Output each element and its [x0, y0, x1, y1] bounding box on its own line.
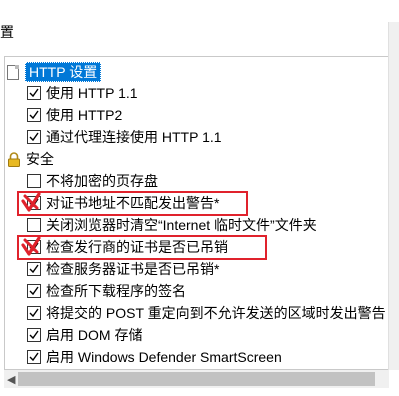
option-label: 启用 DOM 存储: [46, 327, 143, 343]
option-row-post-redirect[interactable]: 将提交的 POST 重定向到不允许发送的区域时发出警告: [27, 302, 386, 324]
option-label: 通过代理连接使用 HTTP 1.1: [46, 129, 222, 145]
highlight-box-publisher-revoke: [17, 235, 267, 260]
checkbox-download-signature[interactable]: [27, 284, 41, 298]
tree-section-label: HTTP 设置: [25, 62, 102, 82]
option-label: 启用 Windows Defender SmartScreen: [46, 349, 282, 365]
checkbox-proxy-http11[interactable]: [27, 130, 41, 144]
option-row-proxy-http11[interactable]: 通过代理连接使用 HTTP 1.1: [27, 126, 222, 148]
highlight-box-cert-mismatch: [17, 191, 248, 216]
option-label: 检查所下载程序的签名: [46, 283, 186, 299]
checkbox-post-redirect[interactable]: [27, 306, 41, 320]
checkmark-icon: [29, 308, 39, 318]
option-row-http2[interactable]: 使用 HTTP2: [27, 104, 122, 126]
option-row-dom-storage[interactable]: 启用 DOM 存储: [27, 324, 142, 346]
dialog-title-fragment: 置: [0, 24, 14, 40]
checkbox-clear-temp[interactable]: [27, 218, 41, 232]
option-label: 将提交的 POST 重定向到不允许发送的区域时发出警告: [46, 305, 386, 321]
option-label: 检查服务器证书是否已吊销*: [46, 261, 220, 277]
checkmark-icon: [29, 286, 39, 296]
checkmark-icon: [29, 330, 39, 340]
vertical-scrollbar[interactable]: [388, 22, 399, 370]
checkmark-icon: [29, 352, 39, 362]
tree-section-http[interactable]: HTTP 设置: [7, 61, 102, 83]
option-row-download-signature[interactable]: 检查所下载程序的签名: [27, 280, 186, 302]
option-label: 关闭浏览器时清空“Internet 临时文件”文件夹: [46, 217, 317, 233]
checkbox-no-save-encrypted[interactable]: [27, 174, 41, 188]
page-icon: [7, 64, 19, 80]
checkbox-server-revoke[interactable]: [27, 262, 41, 276]
option-row-no-save-encrypted[interactable]: 不将加密的页存盘: [27, 170, 158, 192]
checkmark-icon: [29, 110, 39, 120]
checkbox-dom-storage[interactable]: [27, 328, 41, 342]
option-row-clear-temp[interactable]: 关闭浏览器时清空“Internet 临时文件”文件夹: [27, 214, 317, 236]
horizontal-scrollbar[interactable]: ◀: [4, 370, 389, 388]
checkmark-icon: [29, 264, 39, 274]
checkmark-icon: [29, 88, 39, 98]
option-label: 使用 HTTP2: [46, 107, 123, 123]
option-label: 不将加密的页存盘: [46, 173, 158, 189]
lock-icon: [8, 151, 20, 167]
scroll-thumb[interactable]: [18, 372, 375, 386]
checkmark-icon: [29, 132, 39, 142]
option-label: 使用 HTTP 1.1: [46, 85, 138, 101]
red-mark-icon: [21, 192, 41, 212]
checkbox-http2[interactable]: [27, 108, 41, 122]
checkbox-smartscreen[interactable]: [27, 350, 41, 364]
option-row-smartscreen[interactable]: 启用 Windows Defender SmartScreen: [27, 346, 282, 368]
red-mark-icon: [21, 236, 41, 256]
option-row-http11[interactable]: 使用 HTTP 1.1: [27, 82, 138, 104]
scroll-left-icon[interactable]: ◀: [7, 373, 15, 386]
tree-section-label: 安全: [26, 151, 54, 167]
tree-section-security[interactable]: 安全: [7, 148, 54, 170]
checkbox-http11[interactable]: [27, 86, 41, 100]
settings-tree: HTTP 设置 使用 HTTP 1.1 使用 HTTP2 通过代理连接使用 HT…: [4, 56, 389, 370]
option-row-server-revoke[interactable]: 检查服务器证书是否已吊销*: [27, 258, 219, 280]
